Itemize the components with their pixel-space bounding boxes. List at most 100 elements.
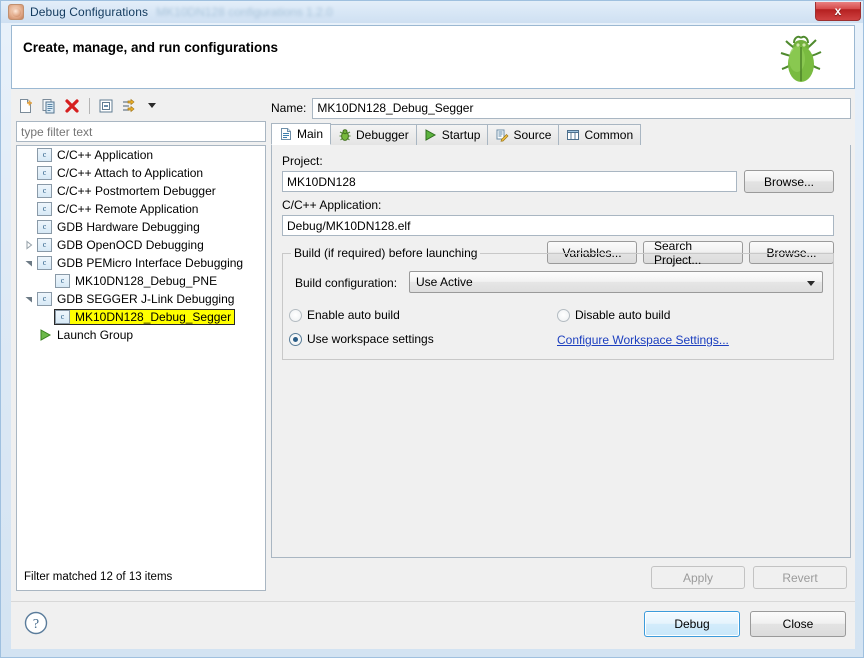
apply-revert-buttons: Apply Revert [651, 566, 847, 589]
build-group: Build (if required) before launching Bui… [282, 246, 834, 360]
tab-folder: Main Debugger Startup Source Common Proj… [271, 123, 851, 558]
filter-status-text: Filter matched 12 of 13 items [24, 571, 173, 583]
tree-item-launch-group[interactable]: Launch Group [17, 326, 265, 344]
tab-startup[interactable]: Startup [415, 124, 489, 145]
radio-indicator [289, 308, 302, 322]
tree-item-mk10dn128-debug-pne[interactable]: c MK10DN128_Debug_PNE [17, 272, 265, 290]
tree-item-label: Launch Group [57, 328, 134, 342]
tree-item-c-c-attach-to-application[interactable]: c C/C++ Attach to Application [17, 164, 265, 182]
chevron-down-icon[interactable] [21, 291, 37, 307]
tree-item-content: c C/C++ Application [37, 148, 153, 162]
configuration-detail-panel: Name: Main [271, 93, 851, 592]
header-banner: Create, manage, and run configurations [11, 25, 855, 89]
bug-config-icon [8, 4, 24, 20]
build-group-title: Build (if required) before launching [291, 246, 481, 260]
tab-strip: Main Debugger Startup Source Common [271, 123, 851, 146]
duplicate-icon[interactable] [38, 95, 60, 117]
chevron-down-icon [807, 281, 815, 286]
tab-common[interactable]: Common [558, 124, 642, 145]
delete-icon[interactable] [61, 95, 83, 117]
tree-toolbar [15, 93, 267, 118]
help-question-icon[interactable]: ? [23, 610, 49, 636]
radio-indicator [557, 308, 570, 322]
close-dialog-button[interactable]: Close [750, 611, 846, 637]
c-config-icon: c [37, 220, 52, 234]
tree-item-mk10dn128-debug-segger[interactable]: c MK10DN128_Debug_Segger [17, 308, 265, 326]
project-browse-button[interactable]: Browse... [744, 170, 834, 193]
tree-item-c-c-application[interactable]: c C/C++ Application [17, 146, 265, 164]
c-config-icon: c [55, 274, 70, 288]
build-configuration-value: Use Active [416, 275, 473, 289]
main-tab-content: Project: Browse... C/C++ Application: Va… [271, 145, 851, 558]
tree-item-c-c-postmortem-debugger[interactable]: c C/C++ Postmortem Debugger [17, 182, 265, 200]
debug-button[interactable]: Debug [644, 611, 740, 637]
tree-item-content: Launch Group [37, 328, 133, 342]
tab-source[interactable]: Source [487, 124, 560, 145]
name-label: Name: [271, 101, 307, 115]
collapse-all-icon[interactable] [95, 95, 117, 117]
title-bar: Debug Configurations MK10DN128 configura… [1, 1, 863, 23]
c-config-icon: c [37, 148, 52, 162]
close-button[interactable]: x [815, 2, 861, 21]
tree-item-content: c C/C++ Attach to Application [37, 166, 203, 180]
enable-auto-build-label: Enable auto build [307, 308, 400, 322]
tree-item-gdb-pemicro-interface-debugging[interactable]: c GDB PEMicro Interface Debugging [17, 254, 265, 272]
view-menu-caret-icon[interactable] [141, 95, 163, 117]
tree-item-gdb-openocd-debugging[interactable]: c GDB OpenOCD Debugging [17, 236, 265, 254]
apply-button[interactable]: Apply [651, 566, 745, 589]
tab-debugger-label: Debugger [356, 128, 409, 142]
build-configuration-combo[interactable]: Use Active [409, 271, 823, 293]
tree-item-gdb-segger-j-link-debugging[interactable]: c GDB SEGGER J-Link Debugging [17, 290, 265, 308]
tree-item-label: MK10DN128_Debug_PNE [75, 274, 218, 288]
bug-icon [337, 128, 352, 143]
project-label: Project: [282, 154, 323, 168]
run-icon [423, 128, 438, 143]
footer-buttons: Debug Close [644, 611, 846, 637]
page-title: Create, manage, and run configurations [23, 40, 279, 55]
revert-button[interactable]: Revert [753, 566, 847, 589]
chevron-down-icon[interactable] [21, 255, 37, 271]
tree-item-content: c GDB PEMicro Interface Debugging [37, 256, 243, 270]
tree-item-label: C/C++ Postmortem Debugger [57, 184, 216, 198]
filter-input[interactable] [16, 121, 266, 142]
c-config-icon: c [37, 256, 52, 270]
use-workspace-settings-label: Use workspace settings [307, 332, 434, 346]
c-config-icon: c [37, 292, 52, 306]
tab-common-label: Common [584, 128, 634, 142]
tree-item-gdb-hardware-debugging[interactable]: c GDB Hardware Debugging [17, 218, 265, 236]
tab-main[interactable]: Main [271, 123, 332, 145]
tree-item-content: c C/C++ Remote Application [37, 202, 198, 216]
radio-indicator [289, 332, 302, 346]
caret-glyph [148, 103, 156, 108]
common-icon [565, 128, 580, 143]
new-launch-configuration-icon[interactable] [15, 95, 37, 117]
filter-icon[interactable] [118, 95, 140, 117]
name-input[interactable] [312, 97, 851, 119]
tree-item-content: c MK10DN128_Debug_PNE [55, 274, 217, 288]
c-config-icon: c [37, 166, 52, 180]
tree-item-content: c GDB Hardware Debugging [37, 220, 200, 234]
configurations-tree[interactable]: c C/C++ Application c C/C++ Attach to Appli… [16, 145, 266, 591]
c-config-icon: c [37, 238, 52, 252]
disable-auto-build-label: Disable auto build [575, 308, 671, 322]
configure-workspace-settings-link[interactable]: Configure Workspace Settings... [557, 333, 729, 347]
launch-group-icon [37, 328, 52, 342]
tree-item-content: c C/C++ Postmortem Debugger [37, 184, 216, 198]
chevron-right-icon[interactable] [21, 237, 37, 253]
use-workspace-settings-radio[interactable]: Use workspace settings [289, 332, 434, 346]
disable-auto-build-radio[interactable]: Disable auto build [557, 308, 670, 322]
configurations-panel: c C/C++ Application c C/C++ Attach to Appli… [15, 93, 267, 592]
window-title-ghost: MK10DN128 configurations 1.2.0 [156, 5, 333, 19]
project-input[interactable] [282, 171, 737, 192]
tree-item-c-c-remote-application[interactable]: c C/C++ Remote Application [17, 200, 265, 218]
application-input[interactable] [282, 215, 834, 236]
window-title: Debug Configurations [30, 5, 149, 19]
enable-auto-build-radio[interactable]: Enable auto build [289, 308, 400, 322]
tab-debugger[interactable]: Debugger [330, 124, 417, 145]
tab-startup-label: Startup [441, 128, 481, 142]
